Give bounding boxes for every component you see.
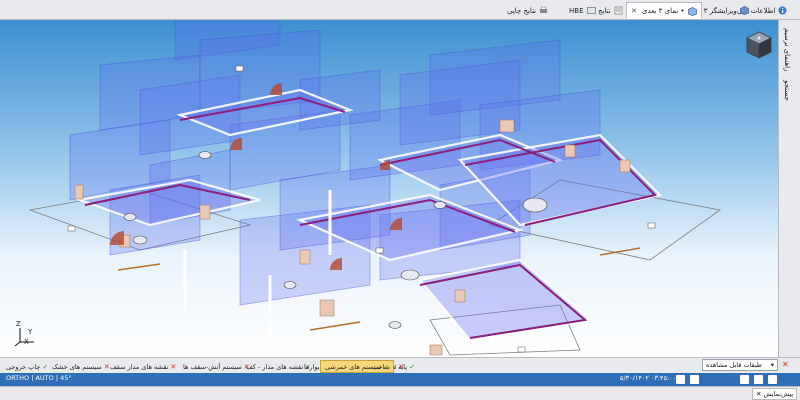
status-datetime: ۵/۳۰/۱۴۰۲ ۰۳:۴۵:۰۰ — [620, 374, 677, 382]
render-icon[interactable] — [768, 375, 777, 384]
view-tab-ceiling-circuit-maps[interactable]: ✕ نقشه های مدار سقف — [110, 360, 176, 373]
tab-3d-view[interactable]: • نمای ۳ بعدی ✕ — [626, 2, 702, 19]
close-tab-icon[interactable]: ✕ — [631, 7, 637, 15]
layers-icon[interactable] — [754, 375, 763, 384]
preview-panel-tab[interactable]: پیش‌نمایش ✕ — [752, 388, 798, 400]
bottom-panel-bar: پیش‌نمایش ✕ — [0, 386, 800, 400]
grid-icon[interactable] — [676, 375, 685, 384]
view-tab-floor-circuit-maps[interactable]: ✓ نقشه های مدار - کف — [246, 360, 311, 373]
axis-label-y: Y — [28, 328, 33, 336]
results-icon — [614, 6, 623, 15]
side-panel-strip: راهنمای ترسیم جستجو — [778, 20, 800, 357]
view-tab-fire-ceilings[interactable]: ✕ سیستم آتش-سقف ها — [183, 360, 250, 373]
side-tab-drawing-guide[interactable]: راهنمای ترسیم — [783, 28, 791, 71]
3d-viewport[interactable]: Z Y X — [0, 20, 778, 357]
snap-icon[interactable] — [690, 375, 699, 384]
navigation-cube-icon[interactable] — [745, 30, 773, 60]
info-icon — [778, 6, 787, 15]
view-tab-print-output[interactable]: ✓ چاپ خروجی — [6, 360, 48, 373]
document-tab-bar: اطلاعات کلی ویرایشگر ۳ بعدی • نمای ۳ بعد… — [0, 0, 800, 20]
chevron-down-icon: ▾ — [770, 361, 774, 369]
axis-label-z: Z — [16, 320, 21, 328]
tab-print-results[interactable]: نتایج چاپی — [503, 2, 552, 19]
view-tabs-bar: ✓ چاپ خروجی ✕ سیستم های خشک ✕ نقشه های م… — [0, 357, 800, 373]
hbe-icon — [586, 6, 596, 15]
status-bar: ORTHO | AUTO | 45° ۵/۳۰/۱۴۰۲ ۰۳:۴۵:۰۰ — [0, 373, 800, 386]
status-modes[interactable]: ORTHO | AUTO | 45° — [6, 374, 72, 382]
print-results-icon — [539, 6, 548, 15]
view-tab-dry-systems[interactable]: ✕ سیستم های خشک — [52, 360, 110, 373]
close-icon[interactable]: ✕ — [756, 390, 761, 398]
tab-hbe[interactable]: HBE — [565, 2, 600, 19]
close-icon[interactable]: ✕ — [782, 360, 789, 369]
view-tab-base[interactable]: ✓ پایه — [398, 360, 415, 373]
visible-floors-dropdown[interactable]: ▾ طبقات قابل مشاهده — [702, 359, 778, 371]
view-tab-construction[interactable]: ✓ ساخت — [372, 360, 398, 373]
view3d-icon — [687, 6, 697, 16]
cube-edit-icon — [739, 6, 749, 15]
axis-label-x: X — [24, 338, 29, 346]
side-tab-search[interactable]: جستجو — [783, 80, 791, 101]
settings-icon[interactable] — [740, 375, 749, 384]
building-3d-model[interactable] — [0, 20, 778, 357]
